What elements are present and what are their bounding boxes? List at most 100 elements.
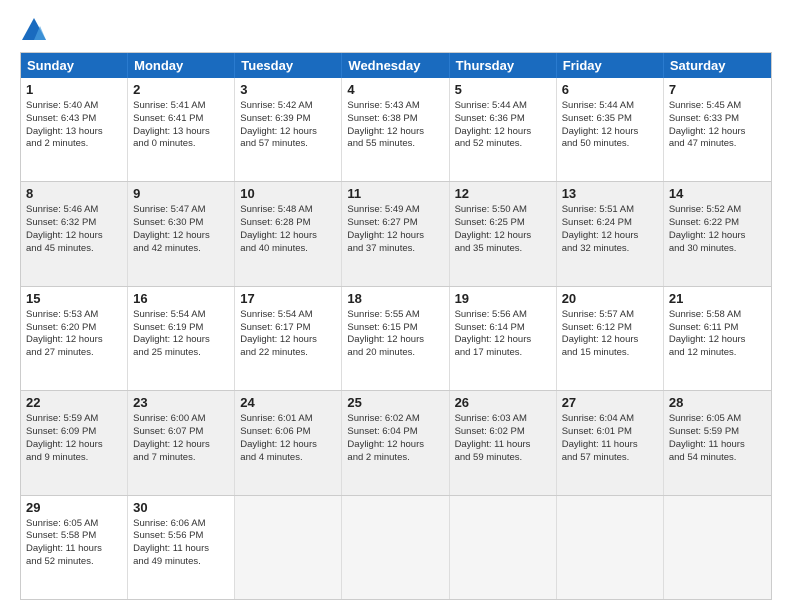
calendar-cell: 2Sunrise: 5:41 AM Sunset: 6:41 PM Daylig… [128, 78, 235, 181]
logo-icon [20, 16, 48, 44]
calendar-cell: 15Sunrise: 5:53 AM Sunset: 6:20 PM Dayli… [21, 287, 128, 390]
calendar-cell [664, 496, 771, 599]
calendar-row-5: 29Sunrise: 6:05 AM Sunset: 5:58 PM Dayli… [21, 495, 771, 599]
cell-text: Sunrise: 5:48 AM Sunset: 6:28 PM Dayligh… [240, 204, 336, 255]
day-number: 30 [133, 500, 229, 517]
header-day-sunday: Sunday [21, 53, 128, 78]
calendar-cell: 20Sunrise: 5:57 AM Sunset: 6:12 PM Dayli… [557, 287, 664, 390]
calendar-cell: 12Sunrise: 5:50 AM Sunset: 6:25 PM Dayli… [450, 182, 557, 285]
day-number: 18 [347, 291, 443, 308]
calendar-cell: 18Sunrise: 5:55 AM Sunset: 6:15 PM Dayli… [342, 287, 449, 390]
header-day-wednesday: Wednesday [342, 53, 449, 78]
day-number: 20 [562, 291, 658, 308]
day-number: 4 [347, 82, 443, 99]
page-header [20, 16, 772, 44]
cell-text: Sunrise: 5:50 AM Sunset: 6:25 PM Dayligh… [455, 204, 551, 255]
cell-text: Sunrise: 5:55 AM Sunset: 6:15 PM Dayligh… [347, 309, 443, 360]
cell-text: Sunrise: 6:03 AM Sunset: 6:02 PM Dayligh… [455, 413, 551, 464]
cell-text: Sunrise: 6:06 AM Sunset: 5:56 PM Dayligh… [133, 518, 229, 569]
calendar-cell: 19Sunrise: 5:56 AM Sunset: 6:14 PM Dayli… [450, 287, 557, 390]
calendar-cell: 28Sunrise: 6:05 AM Sunset: 5:59 PM Dayli… [664, 391, 771, 494]
calendar-cell: 6Sunrise: 5:44 AM Sunset: 6:35 PM Daylig… [557, 78, 664, 181]
day-number: 19 [455, 291, 551, 308]
day-number: 21 [669, 291, 766, 308]
cell-text: Sunrise: 5:56 AM Sunset: 6:14 PM Dayligh… [455, 309, 551, 360]
cell-text: Sunrise: 5:53 AM Sunset: 6:20 PM Dayligh… [26, 309, 122, 360]
calendar-cell: 11Sunrise: 5:49 AM Sunset: 6:27 PM Dayli… [342, 182, 449, 285]
day-number: 29 [26, 500, 122, 517]
cell-text: Sunrise: 5:59 AM Sunset: 6:09 PM Dayligh… [26, 413, 122, 464]
calendar-body: 1Sunrise: 5:40 AM Sunset: 6:43 PM Daylig… [21, 78, 771, 599]
calendar-cell: 22Sunrise: 5:59 AM Sunset: 6:09 PM Dayli… [21, 391, 128, 494]
calendar-cell: 3Sunrise: 5:42 AM Sunset: 6:39 PM Daylig… [235, 78, 342, 181]
calendar-cell: 16Sunrise: 5:54 AM Sunset: 6:19 PM Dayli… [128, 287, 235, 390]
cell-text: Sunrise: 6:00 AM Sunset: 6:07 PM Dayligh… [133, 413, 229, 464]
calendar-cell: 9Sunrise: 5:47 AM Sunset: 6:30 PM Daylig… [128, 182, 235, 285]
cell-text: Sunrise: 5:41 AM Sunset: 6:41 PM Dayligh… [133, 100, 229, 151]
calendar-cell: 24Sunrise: 6:01 AM Sunset: 6:06 PM Dayli… [235, 391, 342, 494]
calendar-row-3: 15Sunrise: 5:53 AM Sunset: 6:20 PM Dayli… [21, 286, 771, 390]
calendar-cell: 26Sunrise: 6:03 AM Sunset: 6:02 PM Dayli… [450, 391, 557, 494]
calendar-cell: 8Sunrise: 5:46 AM Sunset: 6:32 PM Daylig… [21, 182, 128, 285]
calendar-header: SundayMondayTuesdayWednesdayThursdayFrid… [21, 53, 771, 78]
day-number: 28 [669, 395, 766, 412]
day-number: 7 [669, 82, 766, 99]
day-number: 23 [133, 395, 229, 412]
day-number: 15 [26, 291, 122, 308]
cell-text: Sunrise: 5:54 AM Sunset: 6:17 PM Dayligh… [240, 309, 336, 360]
cell-text: Sunrise: 5:44 AM Sunset: 6:36 PM Dayligh… [455, 100, 551, 151]
calendar-cell: 25Sunrise: 6:02 AM Sunset: 6:04 PM Dayli… [342, 391, 449, 494]
day-number: 10 [240, 186, 336, 203]
day-number: 13 [562, 186, 658, 203]
day-number: 25 [347, 395, 443, 412]
cell-text: Sunrise: 5:44 AM Sunset: 6:35 PM Dayligh… [562, 100, 658, 151]
calendar-cell: 5Sunrise: 5:44 AM Sunset: 6:36 PM Daylig… [450, 78, 557, 181]
day-number: 16 [133, 291, 229, 308]
day-number: 11 [347, 186, 443, 203]
day-number: 17 [240, 291, 336, 308]
header-day-thursday: Thursday [450, 53, 557, 78]
cell-text: Sunrise: 6:04 AM Sunset: 6:01 PM Dayligh… [562, 413, 658, 464]
calendar-cell [450, 496, 557, 599]
cell-text: Sunrise: 5:46 AM Sunset: 6:32 PM Dayligh… [26, 204, 122, 255]
cell-text: Sunrise: 6:05 AM Sunset: 5:58 PM Dayligh… [26, 518, 122, 569]
day-number: 1 [26, 82, 122, 99]
header-day-friday: Friday [557, 53, 664, 78]
cell-text: Sunrise: 5:42 AM Sunset: 6:39 PM Dayligh… [240, 100, 336, 151]
cell-text: Sunrise: 5:57 AM Sunset: 6:12 PM Dayligh… [562, 309, 658, 360]
calendar-cell: 23Sunrise: 6:00 AM Sunset: 6:07 PM Dayli… [128, 391, 235, 494]
calendar-cell: 27Sunrise: 6:04 AM Sunset: 6:01 PM Dayli… [557, 391, 664, 494]
calendar-cell: 1Sunrise: 5:40 AM Sunset: 6:43 PM Daylig… [21, 78, 128, 181]
day-number: 14 [669, 186, 766, 203]
logo [20, 16, 52, 44]
day-number: 9 [133, 186, 229, 203]
cell-text: Sunrise: 5:43 AM Sunset: 6:38 PM Dayligh… [347, 100, 443, 151]
calendar-cell [235, 496, 342, 599]
calendar: SundayMondayTuesdayWednesdayThursdayFrid… [20, 52, 772, 600]
calendar-cell: 21Sunrise: 5:58 AM Sunset: 6:11 PM Dayli… [664, 287, 771, 390]
calendar-cell: 4Sunrise: 5:43 AM Sunset: 6:38 PM Daylig… [342, 78, 449, 181]
cell-text: Sunrise: 5:40 AM Sunset: 6:43 PM Dayligh… [26, 100, 122, 151]
day-number: 8 [26, 186, 122, 203]
cell-text: Sunrise: 5:51 AM Sunset: 6:24 PM Dayligh… [562, 204, 658, 255]
day-number: 12 [455, 186, 551, 203]
calendar-cell: 7Sunrise: 5:45 AM Sunset: 6:33 PM Daylig… [664, 78, 771, 181]
cell-text: Sunrise: 6:01 AM Sunset: 6:06 PM Dayligh… [240, 413, 336, 464]
day-number: 6 [562, 82, 658, 99]
calendar-cell: 17Sunrise: 5:54 AM Sunset: 6:17 PM Dayli… [235, 287, 342, 390]
calendar-cell [557, 496, 664, 599]
header-day-tuesday: Tuesday [235, 53, 342, 78]
day-number: 3 [240, 82, 336, 99]
cell-text: Sunrise: 5:52 AM Sunset: 6:22 PM Dayligh… [669, 204, 766, 255]
calendar-cell [342, 496, 449, 599]
day-number: 5 [455, 82, 551, 99]
cell-text: Sunrise: 6:02 AM Sunset: 6:04 PM Dayligh… [347, 413, 443, 464]
cell-text: Sunrise: 6:05 AM Sunset: 5:59 PM Dayligh… [669, 413, 766, 464]
calendar-cell: 30Sunrise: 6:06 AM Sunset: 5:56 PM Dayli… [128, 496, 235, 599]
cell-text: Sunrise: 5:58 AM Sunset: 6:11 PM Dayligh… [669, 309, 766, 360]
calendar-row-1: 1Sunrise: 5:40 AM Sunset: 6:43 PM Daylig… [21, 78, 771, 181]
day-number: 26 [455, 395, 551, 412]
day-number: 2 [133, 82, 229, 99]
day-number: 27 [562, 395, 658, 412]
calendar-cell: 10Sunrise: 5:48 AM Sunset: 6:28 PM Dayli… [235, 182, 342, 285]
